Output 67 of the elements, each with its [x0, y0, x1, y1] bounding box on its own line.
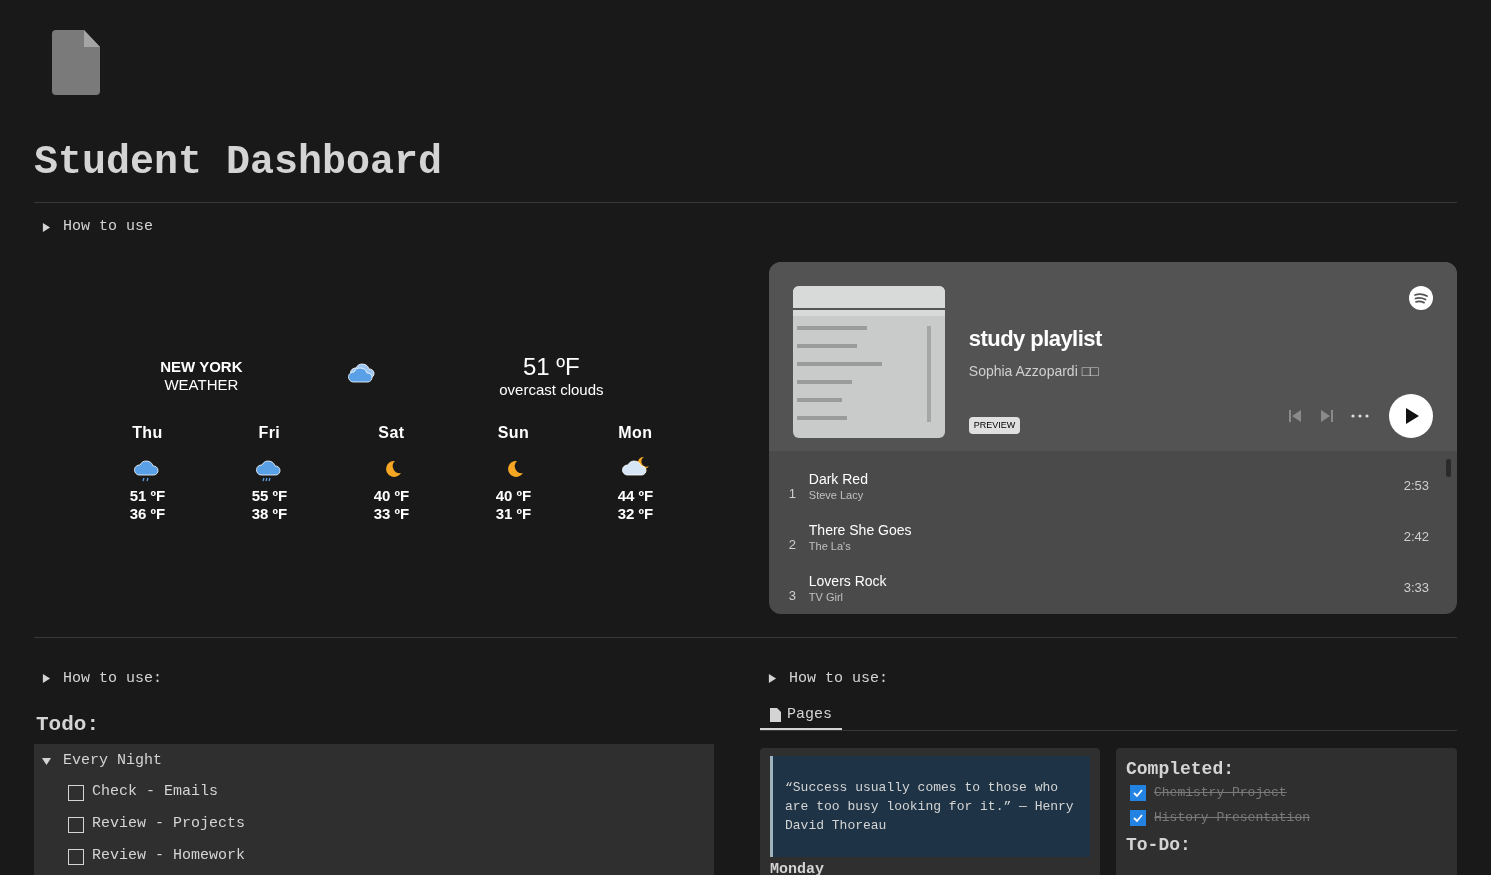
track-duration: 3:33	[1403, 579, 1429, 598]
weather-label: WEATHER	[164, 375, 239, 394]
track-title: Lovers Rock	[808, 572, 888, 590]
track-artist: TV Girl	[808, 590, 845, 604]
toggle-label[interactable]: How to use:	[789, 667, 889, 690]
quote-text: “Success usually comes to those who are too busy looking for it.” — Henry David Thoreau	[785, 779, 1075, 835]
todo-item: Review - Projects	[92, 814, 246, 835]
toggle-arrow-icon[interactable]	[42, 756, 51, 766]
weather-condition: overcast clouds	[499, 380, 604, 399]
playlist-owner: Sophia Azzopardi □□	[968, 361, 1100, 381]
todo-heading: Todo:	[35, 712, 100, 738]
forecast-day: Fri	[258, 420, 281, 445]
task-item: Chemistry Project	[1154, 783, 1287, 802]
playlist-title: study playlist	[968, 324, 1103, 353]
preview-badge: PREVIEW	[968, 416, 1021, 435]
toggle-arrow-icon[interactable]	[768, 674, 777, 684]
low-temperature: 38 ºF	[251, 504, 288, 523]
low-temperature: 31 ºF	[495, 504, 532, 523]
scrollbar-thumb[interactable]	[1446, 458, 1451, 477]
current-temperature: 51 ºF	[523, 352, 580, 381]
track-title: Dark Red	[808, 470, 869, 488]
toggle-arrow-icon[interactable]	[42, 222, 51, 232]
page-icon	[52, 30, 100, 95]
track-number: 1	[788, 485, 798, 504]
forecast-day: Mon	[618, 420, 653, 445]
forecast-day: Sat	[378, 420, 405, 445]
checkbox[interactable]	[68, 848, 84, 865]
toggle-label[interactable]: How to use:	[63, 667, 163, 690]
checkbox[interactable]	[1130, 809, 1146, 826]
toggle-arrow-icon[interactable]	[42, 674, 51, 684]
track-row[interactable]: 3 Lovers Rock TV Girl 3:33	[768, 562, 1457, 614]
high-temperature: 55 ºF	[251, 486, 288, 505]
forecast-day: Sun	[497, 420, 530, 445]
track-duration: 2:53	[1403, 477, 1429, 496]
view-tab[interactable]: Pages	[760, 702, 842, 730]
high-temperature: 51 ºF	[129, 486, 166, 505]
high-temperature: 40 ºF	[495, 486, 532, 505]
play-button[interactable]	[1389, 393, 1433, 438]
page-title: Student Dashboard	[34, 139, 444, 187]
completed-heading: Completed:	[1126, 758, 1236, 780]
todo-item: Check - Emails	[92, 782, 219, 803]
track-row[interactable]: 2 There She Goes The La's 2:42	[768, 511, 1457, 563]
low-temperature: 36 ºF	[129, 504, 166, 523]
toggle-label[interactable]: Every Night	[63, 750, 163, 773]
city-name: NEW YORK	[160, 357, 243, 376]
more-icon[interactable]	[1351, 413, 1369, 418]
low-temperature: 32 ºF	[617, 504, 654, 523]
low-temperature: 33 ºF	[373, 504, 410, 523]
track-duration: 2:42	[1403, 528, 1429, 547]
checkbox[interactable]	[1130, 784, 1146, 801]
track-number: 3	[788, 587, 798, 606]
track-number: 2	[788, 536, 798, 555]
track-row[interactable]: 1 Dark Red Steve Lacy 2:53	[768, 460, 1457, 512]
todo-subheading: To-Do:	[1126, 834, 1192, 856]
track-title: There She Goes	[808, 521, 913, 539]
checkbox[interactable]	[68, 816, 84, 833]
track-artist: The La's	[808, 539, 852, 553]
todo-item: Review - Homework	[92, 846, 246, 867]
checkbox[interactable]	[68, 784, 84, 801]
music-logo-icon	[1409, 285, 1433, 310]
toggle-label[interactable]: How to use	[63, 216, 153, 239]
high-temperature: 40 ºF	[373, 486, 410, 505]
track-artist: Steve Lacy	[808, 488, 865, 502]
page-icon	[770, 708, 781, 722]
task-item: History Presentation	[1154, 808, 1311, 827]
forecast-day: Thu	[132, 420, 163, 445]
high-temperature: 44 ºF	[617, 486, 654, 505]
